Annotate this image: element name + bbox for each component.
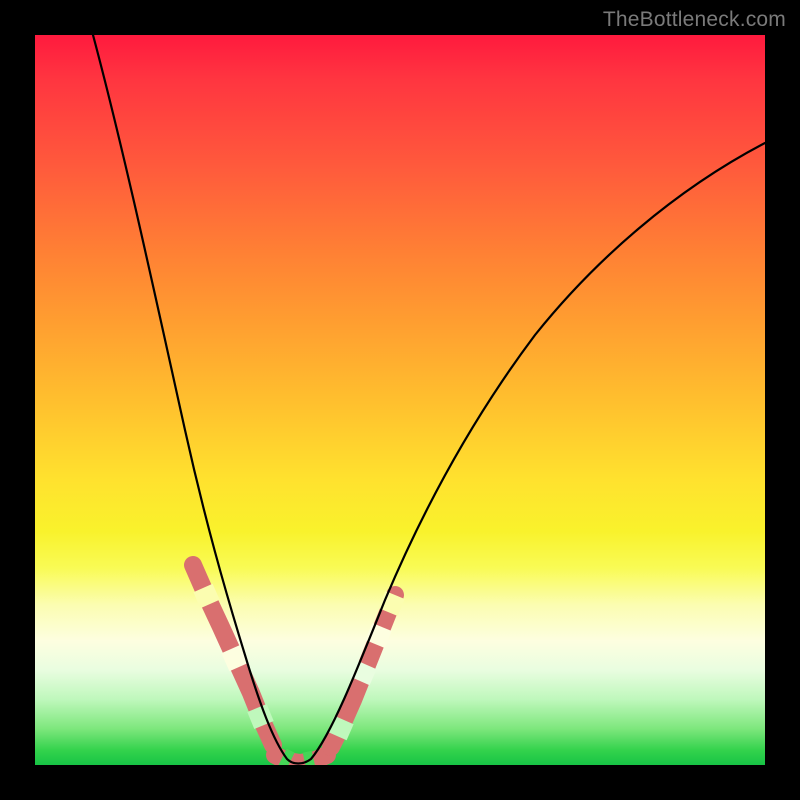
gap [337, 720, 344, 736]
gap [388, 595, 395, 612]
gap [203, 588, 210, 604]
chart-frame: TheBottleneck.com [0, 0, 800, 800]
gap [231, 649, 239, 667]
plot-area [35, 35, 765, 765]
bottleneck-curve [93, 35, 765, 764]
gap [375, 627, 382, 644]
curve-layer [35, 35, 765, 765]
watermark-text: TheBottleneck.com [603, 8, 786, 32]
gap [360, 665, 367, 681]
